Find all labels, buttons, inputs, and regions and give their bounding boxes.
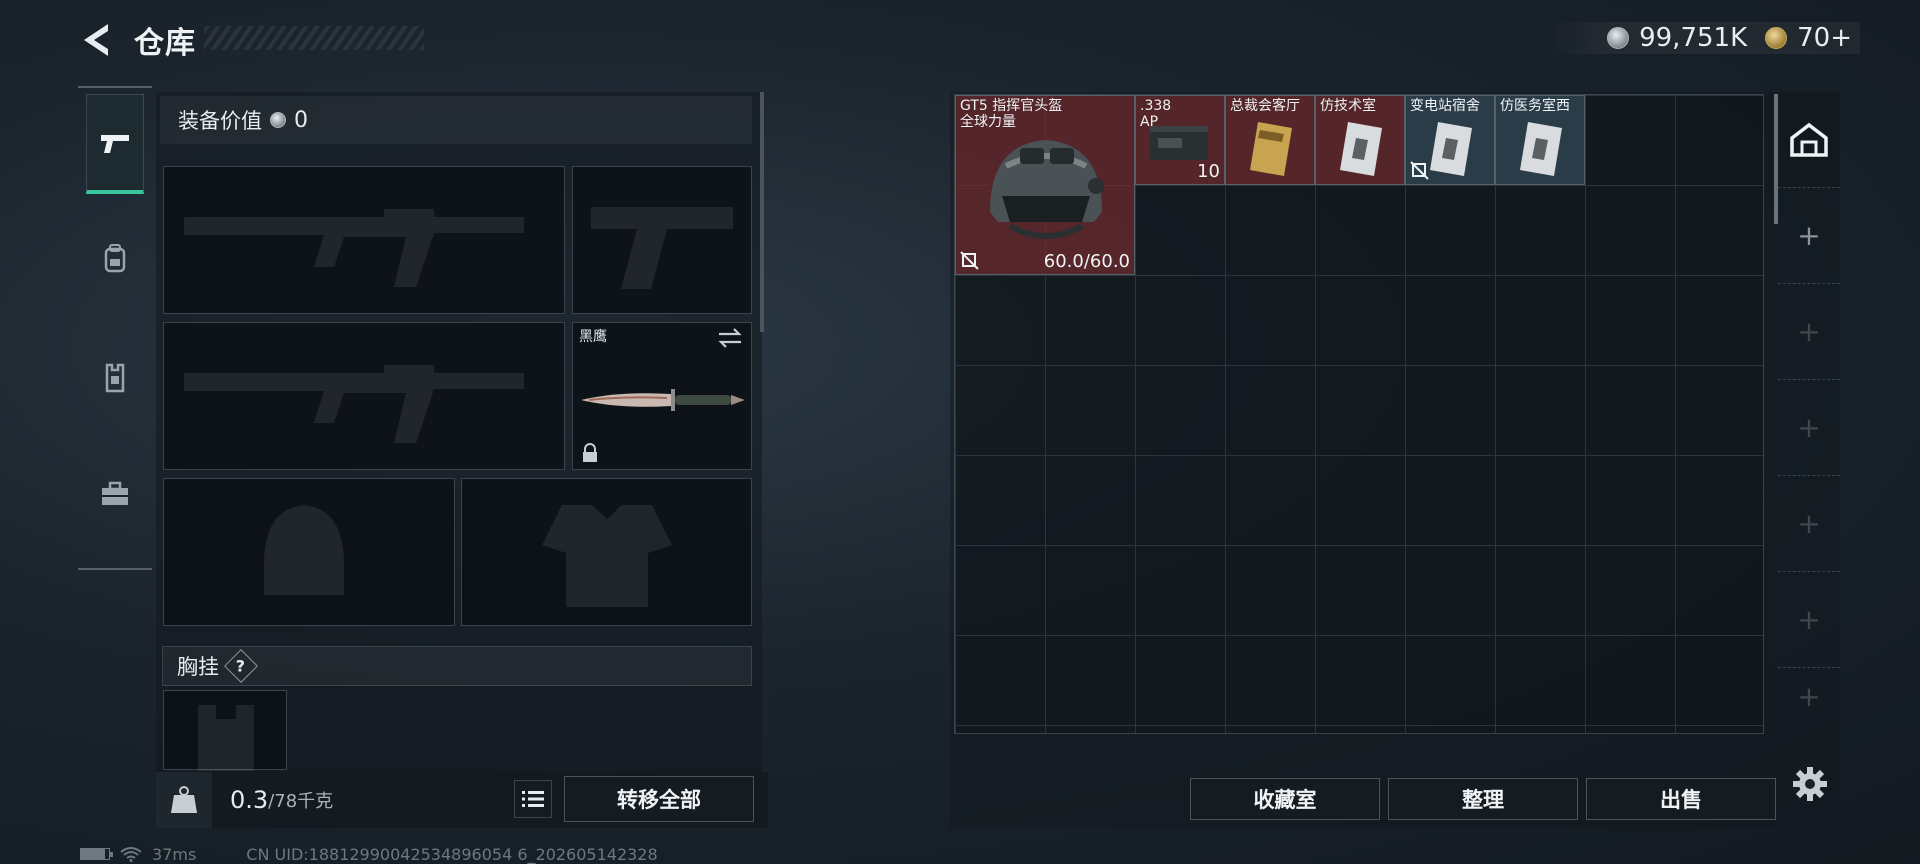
tab-vest[interactable]: [86, 328, 144, 428]
pistol-silhouette-icon: [591, 207, 733, 289]
stash-item-key-medical[interactable]: 仿医务室西: [1495, 95, 1585, 185]
uid-text: CN UID:18812990042534896054 6_2026051423…: [246, 844, 658, 864]
no-trade-icon: [960, 251, 979, 270]
helmet-icon: [990, 140, 1104, 239]
list-icon: [522, 791, 544, 807]
weight-icon: [156, 772, 212, 828]
stash-item-helmet[interactable]: GT5 指挥官头盔 全球力量 60.0/60.0: [955, 95, 1135, 275]
equipment-value-number: 0: [294, 107, 308, 133]
ping-value: 37ms: [152, 844, 197, 864]
wifi-icon: [120, 847, 142, 862]
gear-icon[interactable]: [1790, 764, 1830, 804]
stash-grid[interactable]: GT5 指挥官头盔 全球力量 60.0/60.0 .338 AP 10 总裁会客…: [954, 94, 1764, 734]
ammo-box-icon: [1150, 126, 1208, 160]
item-name: GT5 指挥官头盔 全球力量: [960, 98, 1063, 130]
status-bar: 37ms CN UID:18812990042534896054 6_20260…: [80, 844, 658, 864]
item-count: 10: [1197, 161, 1220, 182]
armor-silhouette-icon: [542, 505, 672, 607]
equipment-value-label: 装备价值: [178, 109, 262, 133]
help-icon[interactable]: ?: [224, 649, 258, 683]
rifle-silhouette-icon: [184, 209, 524, 287]
stash-page-tabs: + + + + + +: [1778, 92, 1840, 732]
helmet-slot[interactable]: [163, 478, 455, 626]
page-title: 仓库: [134, 26, 196, 61]
vest-icon: [105, 363, 125, 393]
armor-slot[interactable]: [461, 478, 752, 626]
swap-icon[interactable]: [717, 327, 743, 349]
helmet-silhouette-icon: [264, 505, 344, 595]
item-name: 仿技术室: [1320, 98, 1376, 114]
add-stash-page-button[interactable]: +: [1778, 284, 1840, 380]
gold-currency-value: 70+: [1797, 23, 1852, 53]
key-bag-icon: [1430, 122, 1472, 176]
back-button[interactable]: [78, 20, 114, 60]
toolbox-icon: [102, 481, 128, 505]
add-stash-page-button[interactable]: +: [1778, 668, 1840, 724]
primary-weapon-slot[interactable]: [163, 166, 565, 314]
weight-current: 0.3: [230, 786, 269, 814]
no-trade-icon: [1410, 161, 1429, 180]
tab-weapons[interactable]: [86, 94, 144, 194]
collection-room-button[interactable]: 收藏室: [1190, 778, 1380, 820]
item-name: 变电站宿舍: [1410, 98, 1480, 114]
sell-button[interactable]: 出售: [1586, 778, 1776, 820]
secondary-weapon-slot[interactable]: [572, 166, 752, 314]
equipment-scrollbar[interactable]: [760, 92, 764, 332]
battery-level: [81, 849, 105, 859]
warehouse-icon: [1790, 122, 1828, 157]
chest-rig-header: 胸挂 ?: [162, 646, 752, 686]
equipment-value-bar: 装备价值 0: [160, 96, 752, 144]
tab-stash-main[interactable]: [1778, 92, 1840, 188]
currency-display: 99,751K 70+: [1547, 22, 1860, 54]
weight-max: /78千克: [268, 791, 334, 812]
key-bag-icon: [1340, 122, 1382, 176]
backpack-icon: [104, 244, 126, 273]
melee-item-label: 黑鹰: [579, 329, 607, 345]
stash-item-key-tech[interactable]: 仿技术室: [1315, 95, 1405, 185]
knife-icon: [581, 389, 745, 411]
title-decoration: [204, 26, 424, 50]
battery-icon: [80, 848, 113, 860]
silver-coin-icon: [1607, 27, 1630, 49]
transfer-all-button[interactable]: 转移全部: [564, 776, 754, 822]
stash-item-ammo[interactable]: .338 AP 10: [1135, 95, 1225, 185]
sort-button[interactable]: 整理: [1388, 778, 1578, 820]
lock-icon: [583, 443, 597, 462]
rifle-silhouette-icon: [184, 365, 524, 443]
list-view-button[interactable]: [514, 780, 552, 818]
tab-toolbox[interactable]: [86, 444, 144, 544]
stash-item-key-substation[interactable]: 变电站宿舍: [1405, 95, 1495, 185]
weight-bar: 0.3 /78千克 转移全部: [156, 772, 768, 828]
keycard-icon: [1250, 122, 1292, 176]
stash-item-key-ceo[interactable]: 总裁会客厅: [1225, 95, 1315, 185]
item-name: 总裁会客厅: [1230, 98, 1300, 114]
melee-slot[interactable]: 黑鹰: [572, 322, 752, 470]
silver-currency-value: 99,751K: [1639, 23, 1748, 53]
tab-backpack[interactable]: [86, 208, 144, 308]
gold-coin-icon: [1765, 27, 1788, 49]
item-name: 仿医务室西: [1500, 98, 1570, 114]
silver-coin-icon: [270, 112, 286, 128]
chest-rig-slot[interactable]: [163, 690, 287, 771]
category-rail: [78, 86, 152, 570]
item-name: .338 AP: [1140, 98, 1172, 130]
add-stash-page-button[interactable]: +: [1778, 380, 1840, 476]
vest-silhouette-icon: [198, 705, 254, 771]
pistol-icon: [101, 134, 129, 153]
add-stash-page-button[interactable]: +: [1778, 476, 1840, 572]
key-bag-icon: [1520, 122, 1562, 176]
add-stash-page-button[interactable]: +: [1778, 572, 1840, 668]
chest-rig-label: 胸挂: [177, 655, 219, 679]
primary-weapon-slot-2[interactable]: [163, 322, 565, 470]
item-durability: 60.0/60.0: [1043, 251, 1130, 272]
help-glyph: ?: [236, 656, 246, 676]
add-stash-page-button[interactable]: +: [1778, 188, 1840, 284]
